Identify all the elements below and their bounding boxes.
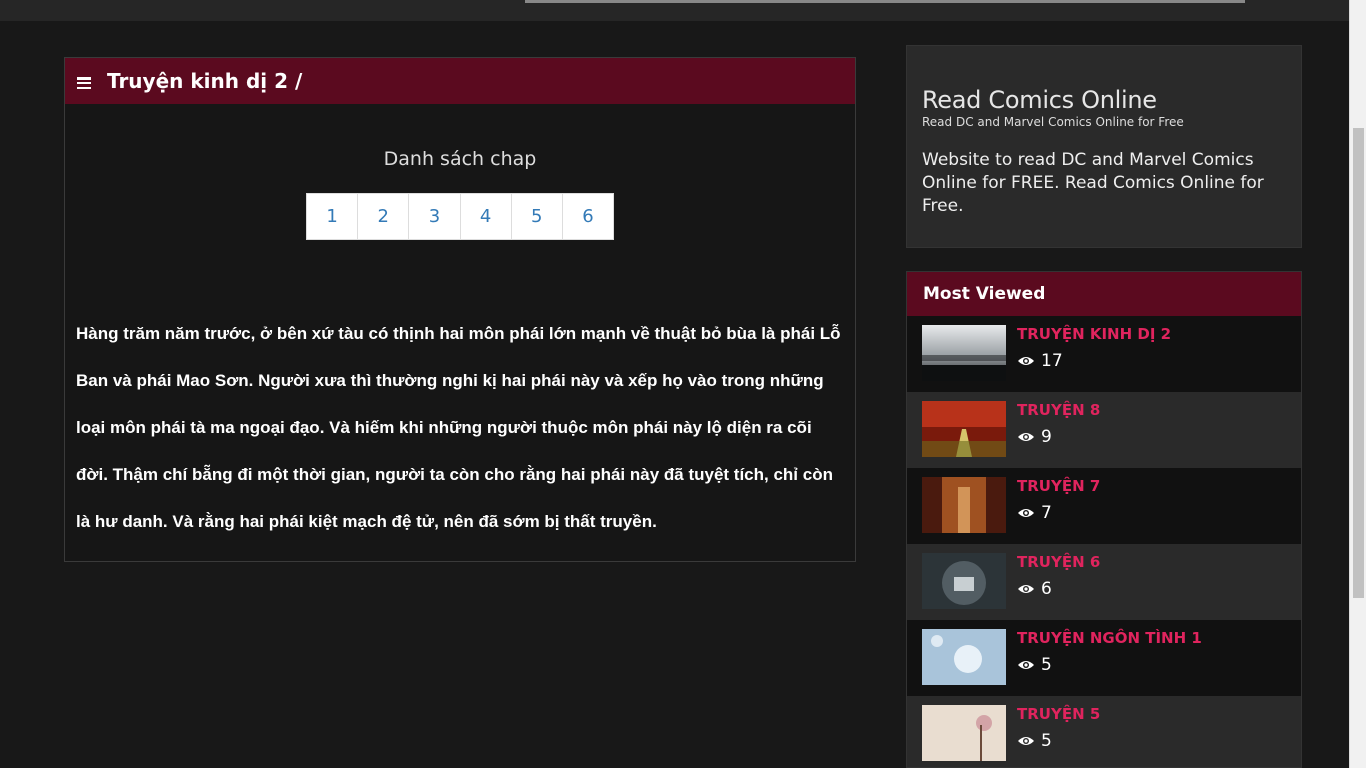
- story-title: Truyện kinh dị 2 /: [107, 69, 303, 93]
- most-viewed-heading: Most Viewed: [907, 272, 1301, 316]
- story-thumbnail[interactable]: [922, 477, 1006, 533]
- chapter-list-heading: Danh sách chap: [383, 148, 537, 170]
- chapter-link-4[interactable]: 4: [461, 194, 512, 239]
- scrollbar-thumb[interactable]: [1353, 128, 1364, 598]
- view-count: 5: [1017, 731, 1100, 751]
- view-count: 5: [1017, 655, 1202, 675]
- view-count: 17: [1017, 351, 1171, 371]
- most-viewed-item[interactable]: Truyện 6 6: [907, 544, 1301, 620]
- about-widget: Read Comics Online Read DC and Marvel Co…: [906, 45, 1302, 248]
- story-panel-header: Truyện kinh dị 2 /: [65, 58, 855, 104]
- top-navbar: [0, 0, 1349, 21]
- story-link[interactable]: Truyện kinh dị 2: [1017, 325, 1171, 343]
- most-viewed-item[interactable]: Truyện 8 9: [907, 392, 1301, 468]
- view-count-value: 5: [1041, 731, 1052, 751]
- story-link[interactable]: Truyện 5: [1017, 705, 1100, 723]
- site-tagline: Read DC and Marvel Comics Online for Fre…: [922, 115, 1184, 129]
- most-viewed-widget: Most Viewed Truyện kinh dị 2 17 Truyện 8: [906, 271, 1302, 768]
- chapter-link-1[interactable]: 1: [307, 194, 359, 239]
- story-thumbnail[interactable]: [922, 325, 1006, 381]
- chapter-link-5[interactable]: 5: [512, 194, 563, 239]
- eye-icon: [1018, 509, 1034, 517]
- view-count: 9: [1017, 427, 1100, 447]
- most-viewed-item[interactable]: Truyện 5 5: [907, 696, 1301, 767]
- story-thumbnail[interactable]: [922, 401, 1006, 457]
- view-count-value: 5: [1041, 655, 1052, 675]
- story-thumbnail[interactable]: [922, 629, 1006, 685]
- story-link[interactable]: Truyện ngôn tình 1: [1017, 629, 1202, 647]
- chapter-link-6[interactable]: 6: [563, 194, 613, 239]
- eye-icon: [1018, 737, 1034, 745]
- most-viewed-item[interactable]: Truyện 7 7: [907, 468, 1301, 544]
- eye-icon: [1018, 585, 1034, 593]
- navbar-overflow-text: [525, 0, 1245, 3]
- most-viewed-item[interactable]: Truyện ngôn tình 1 5: [907, 620, 1301, 696]
- view-count-value: 9: [1041, 427, 1052, 447]
- story-link[interactable]: Truyện 6: [1017, 553, 1100, 571]
- page-scrollbar[interactable]: [1349, 0, 1366, 768]
- view-count-value: 7: [1041, 503, 1052, 523]
- most-viewed-item[interactable]: Truyện kinh dị 2 17: [907, 316, 1301, 392]
- view-count-value: 6: [1041, 579, 1052, 599]
- story-description: Hàng trăm năm trước, ở bên xứ tàu có thị…: [76, 324, 841, 531]
- site-description: Website to read DC and Marvel Comics Onl…: [922, 150, 1264, 216]
- view-count: 7: [1017, 503, 1100, 523]
- chapter-pagination: 1 2 3 4 5 6: [306, 193, 614, 240]
- menu-icon[interactable]: [77, 77, 91, 89]
- eye-icon: [1018, 433, 1034, 441]
- view-count: 6: [1017, 579, 1100, 599]
- site-title: Read Comics Online: [922, 86, 1157, 114]
- story-thumbnail[interactable]: [922, 553, 1006, 609]
- chapter-link-2[interactable]: 2: [358, 194, 410, 239]
- eye-icon: [1018, 357, 1034, 365]
- eye-icon: [1018, 661, 1034, 669]
- story-thumbnail[interactable]: [922, 705, 1006, 761]
- story-link[interactable]: Truyện 7: [1017, 477, 1100, 495]
- story-link[interactable]: Truyện 8: [1017, 401, 1100, 419]
- story-panel: Truyện kinh dị 2 / Danh sách chap 1 2 3 …: [64, 57, 856, 562]
- view-count-value: 17: [1041, 351, 1063, 371]
- chapter-link-3[interactable]: 3: [409, 194, 461, 239]
